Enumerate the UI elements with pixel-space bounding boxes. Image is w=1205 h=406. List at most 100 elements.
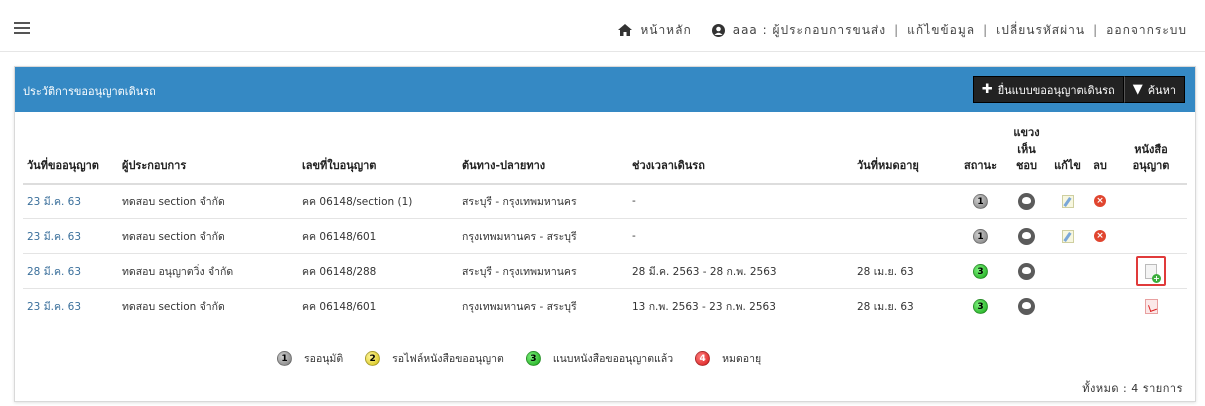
status-legend: 1 รออนุมัติ 2 รอไฟล์หนังสือขออนุญาต 3 แนบหนัง… (277, 350, 783, 367)
table-row[interactable]: 28 มี.ค. 63 ทดสอบ อนุญาตวิ่ง จำกัด คค 0614… (23, 253, 1187, 289)
row-edit (1050, 218, 1085, 254)
row-comment (1003, 288, 1050, 324)
top-nav: หน้าหลัก aaa : ผู้ประกอบการขนส่ง | แก้ไข… (618, 20, 1187, 40)
row-status: 3 (958, 288, 1003, 324)
total-count: ทั้งหมด : 4 รายการ (1082, 382, 1183, 395)
row-date[interactable]: 28 มี.ค. 63 (23, 253, 118, 289)
row-date[interactable]: 23 มี.ค. 63 (23, 288, 118, 324)
nav-home-label: หน้าหลัก (640, 22, 692, 37)
row-comment (1003, 218, 1050, 254)
row-expire: 28 เม.ย. 63 (853, 288, 958, 324)
plus-icon: ✚ (981, 82, 993, 97)
nav-separator: | (894, 23, 900, 37)
row-license: คค 06148/section (1) (298, 183, 458, 219)
row-delete: × (1085, 218, 1115, 254)
legend-item: 4 หมดอายุ (695, 350, 761, 367)
panel-header: ประวัติการขออนุญาตเดินรถ ✚ ยื่นแบบขออนุญ… (15, 67, 1195, 112)
comment-icon[interactable] (1018, 262, 1035, 280)
filter-icon: ▼ (1132, 82, 1143, 97)
search-button[interactable]: ▼ ค้นหา (1123, 76, 1185, 103)
row-operator: ทดสอบ section จำกัด (118, 218, 298, 254)
row-period: 28 มี.ค. 2563 - 28 ก.พ. 2563 (628, 253, 853, 289)
panel-title: ประวัติการขออนุญาตเดินรถ (23, 85, 156, 98)
status-badge: 1 (973, 193, 988, 209)
row-route: สระบุรี - กรุงเทพมหานคร (458, 183, 628, 219)
row-delete: × (1085, 183, 1115, 219)
nav-change-password[interactable]: เปลี่ยนรหัสผ่าน (996, 21, 1085, 40)
history-table: วันที่ขออนุญาต ผู้ประกอบการ เลขที่ใบอนุญ… (23, 125, 1187, 324)
table-row[interactable]: 23 มี.ค. 63 ทดสอบ section จำกัด คค 06148/6… (23, 218, 1187, 254)
status-badge: 3 (973, 298, 988, 314)
nav-user[interactable]: aaa : ผู้ประกอบการขนส่ง (692, 21, 886, 40)
col-route[interactable]: ต้นทาง-ปลายทาง (458, 125, 628, 185)
comment-icon[interactable] (1018, 227, 1035, 245)
top-navbar: หน้าหลัก aaa : ผู้ประกอบการขนส่ง | แก้ไข… (0, 0, 1205, 52)
row-expire (853, 183, 958, 219)
upload-document-icon[interactable] (1136, 256, 1166, 286)
row-route: สระบุรี - กรุงเทพมหานคร (458, 253, 628, 289)
col-doc: หนังสือ อนุญาต (1115, 125, 1187, 185)
edit-icon[interactable] (1061, 229, 1074, 243)
col-expire[interactable]: วันที่หมดอายุ (853, 125, 958, 185)
edit-icon[interactable] (1061, 194, 1074, 208)
legend-label: รอไฟล์หนังสือขออนุญาต (392, 353, 504, 365)
col-license[interactable]: เลขที่ใบอนุญาต (298, 125, 458, 185)
row-edit (1050, 183, 1085, 219)
col-doc-line2: อนุญาต (1132, 159, 1170, 172)
col-status[interactable]: สถานะ (958, 125, 1003, 185)
col-comment-line2: เห็นชอบ (1015, 142, 1038, 173)
row-date[interactable]: 23 มี.ค. 63 (23, 218, 118, 254)
table-row[interactable]: 23 มี.ค. 63 ทดสอบ section จำกัด คค 06148/s… (23, 183, 1187, 219)
panel-actions: ✚ ยื่นแบบขออนุญาตเดินรถ ▼ ค้นหา (972, 76, 1185, 103)
row-status: 3 (958, 253, 1003, 289)
row-comment (1003, 253, 1050, 289)
delete-icon[interactable]: × (1094, 230, 1106, 242)
nav-separator: | (1093, 23, 1099, 37)
row-delete (1085, 253, 1115, 289)
comment-icon[interactable] (1018, 297, 1035, 315)
row-edit (1050, 288, 1085, 324)
row-doc (1115, 288, 1187, 324)
row-doc (1115, 218, 1187, 254)
nav-home[interactable]: หน้าหลัก (618, 21, 691, 40)
comment-icon[interactable] (1018, 192, 1035, 210)
col-operator[interactable]: ผู้ประกอบการ (118, 125, 298, 185)
col-date[interactable]: วันที่ขออนุญาต (23, 125, 118, 185)
table-header-row: วันที่ขออนุญาต ผู้ประกอบการ เลขที่ใบอนุญ… (23, 125, 1187, 185)
menu-icon[interactable] (14, 22, 30, 34)
row-comment (1003, 183, 1050, 219)
row-delete (1085, 288, 1115, 324)
row-license: คค 06148/601 (298, 218, 458, 254)
new-request-button[interactable]: ✚ ยื่นแบบขออนุญาตเดินรถ (972, 76, 1124, 103)
row-period: - (628, 183, 853, 219)
row-period: - (628, 218, 853, 254)
history-panel: ประวัติการขออนุญาตเดินรถ ✚ ยื่นแบบขออนุญ… (14, 66, 1196, 402)
legend-item: 1 รออนุมัติ (277, 350, 343, 367)
col-period[interactable]: ช่วงเวลาเดินรถ (628, 125, 853, 185)
col-comment: แขวง เห็นชอบ (1003, 125, 1050, 185)
row-operator: ทดสอบ section จำกัด (118, 183, 298, 219)
row-expire (853, 218, 958, 254)
col-delete: ลบ (1085, 125, 1115, 185)
row-edit (1050, 253, 1085, 289)
new-request-label: ยื่นแบบขออนุญาตเดินรถ (997, 83, 1115, 97)
legend-badge: 1 (277, 351, 292, 366)
row-status: 1 (958, 218, 1003, 254)
row-expire: 28 เม.ย. 63 (853, 253, 958, 289)
home-icon (618, 24, 633, 36)
row-date[interactable]: 23 มี.ค. 63 (23, 183, 118, 219)
search-label: ค้นหา (1147, 83, 1176, 97)
row-route: กรุงเทพมหานคร - สระบุรี (458, 288, 628, 324)
nav-logout[interactable]: ออกจากระบบ (1106, 21, 1187, 40)
row-status: 1 (958, 183, 1003, 219)
table-row[interactable]: 23 มี.ค. 63 ทดสอบ section จำกัด คค 06148/6… (23, 288, 1187, 324)
row-license: คค 06148/601 (298, 288, 458, 324)
pdf-icon[interactable] (1144, 298, 1158, 314)
row-license: คค 06148/288 (298, 253, 458, 289)
legend-badge: 3 (525, 351, 541, 366)
delete-icon[interactable]: × (1094, 195, 1106, 208)
row-doc (1115, 253, 1187, 289)
nav-edit-profile[interactable]: แก้ไขข้อมูล (907, 21, 975, 40)
legend-label: หมดอายุ (722, 353, 762, 365)
row-route: กรุงเทพมหานคร - สระบุรี (458, 218, 628, 254)
